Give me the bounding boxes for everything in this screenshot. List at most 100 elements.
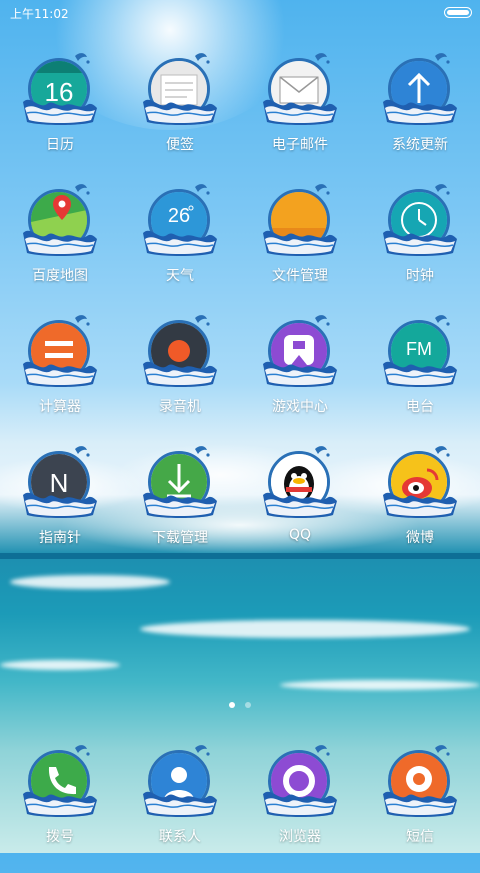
calendar-icon: 16 <box>28 58 90 120</box>
weather-icon: 26 <box>148 189 210 251</box>
app-icon[interactable] <box>381 443 459 521</box>
app-icon[interactable]: FM <box>381 312 459 390</box>
app-icon[interactable] <box>141 742 219 820</box>
radio-icon: FM <box>388 320 450 382</box>
app-gamepad[interactable]: 游戏中心 <box>240 312 360 443</box>
app-icon[interactable] <box>21 742 99 820</box>
contacts-icon <box>148 750 210 812</box>
app-label: 录音机 <box>159 399 201 415</box>
app-qq-penguin[interactable]: QQ <box>240 443 360 574</box>
app-message[interactable]: 短信 <box>360 742 480 873</box>
recorder-icon <box>148 320 210 382</box>
app-icon[interactable] <box>141 312 219 390</box>
calculator-icon <box>28 320 90 382</box>
app-label: 指南针 <box>39 530 81 546</box>
app-compass[interactable]: N 指南针 <box>0 443 120 574</box>
app-folder[interactable]: 文件管理 <box>240 181 360 312</box>
mail-icon <box>268 58 330 120</box>
app-update-arrow[interactable]: 系统更新 <box>360 50 480 181</box>
app-download[interactable]: 下载管理 <box>120 443 240 574</box>
app-weather[interactable]: 26 天气 <box>120 181 240 312</box>
app-label: 游戏中心 <box>272 399 328 415</box>
qq-penguin-icon <box>268 451 330 513</box>
app-label: 时钟 <box>406 268 434 284</box>
status-bar: 上午11:02 <box>0 0 480 24</box>
compass-icon: N <box>28 451 90 513</box>
page-dot[interactable] <box>229 702 235 708</box>
app-label: 文件管理 <box>272 268 328 284</box>
page-dot[interactable] <box>245 702 251 708</box>
app-icon[interactable] <box>21 312 99 390</box>
app-row: 百度地图 26 天气 文件管理 时钟 <box>0 181 480 312</box>
app-label: 百度地图 <box>32 268 88 284</box>
app-icon[interactable] <box>261 181 339 259</box>
gamepad-icon <box>268 320 330 382</box>
app-icon[interactable] <box>381 50 459 128</box>
app-label: 短信 <box>406 829 434 845</box>
app-label: 便签 <box>166 137 194 153</box>
app-label: 浏览器 <box>279 829 321 845</box>
app-weibo[interactable]: 微博 <box>360 443 480 574</box>
app-clock[interactable]: 时钟 <box>360 181 480 312</box>
battery-icon <box>444 7 472 18</box>
wallpaper-wave <box>140 620 470 638</box>
app-label: 下载管理 <box>152 530 208 546</box>
svg-text:16: 16 <box>45 77 74 107</box>
svg-text:26: 26 <box>168 205 190 227</box>
app-label: 微博 <box>406 530 434 546</box>
app-label: 电台 <box>406 399 434 415</box>
app-contacts[interactable]: 联系人 <box>120 742 240 873</box>
wallpaper-wave <box>280 680 480 690</box>
app-mail[interactable]: 电子邮件 <box>240 50 360 181</box>
app-label: 天气 <box>166 268 194 284</box>
notes-icon <box>148 58 210 120</box>
app-label: 计算器 <box>39 399 81 415</box>
app-radio[interactable]: FM 电台 <box>360 312 480 443</box>
app-label: 系统更新 <box>392 137 448 153</box>
battery-level <box>447 10 469 15</box>
app-phone[interactable]: 拨号 <box>0 742 120 873</box>
browser-icon <box>268 750 330 812</box>
app-notes[interactable]: 便签 <box>120 50 240 181</box>
app-label: QQ <box>288 527 312 543</box>
app-icon[interactable]: 16 <box>21 50 99 128</box>
dock: 拨号 联系人 浏览器 短信 <box>0 742 480 873</box>
app-label: 电子邮件 <box>272 137 328 153</box>
wallpaper-wave <box>0 660 120 670</box>
wallpaper-wave <box>10 575 170 589</box>
app-row: 计算器 录音机 游戏中心 FM 电台 <box>0 312 480 443</box>
page-indicator <box>0 702 480 712</box>
clock-icon <box>388 189 450 251</box>
app-browser[interactable]: 浏览器 <box>240 742 360 873</box>
message-icon <box>388 750 450 812</box>
download-icon <box>148 451 210 513</box>
app-icon[interactable] <box>261 742 339 820</box>
app-label: 拨号 <box>46 829 74 845</box>
svg-text:FM: FM <box>406 339 432 359</box>
folder-icon <box>268 189 330 251</box>
app-row: N 指南针 下载管理 QQ 微博 <box>0 443 480 574</box>
app-map-pin[interactable]: 百度地图 <box>0 181 120 312</box>
update-arrow-icon <box>388 58 450 120</box>
app-icon[interactable] <box>141 50 219 128</box>
app-icon[interactable] <box>261 443 339 521</box>
app-icon[interactable] <box>381 742 459 820</box>
app-label: 日历 <box>46 137 74 153</box>
app-icon[interactable] <box>21 181 99 259</box>
app-calendar[interactable]: 16 日历 <box>0 50 120 181</box>
app-row: 16 日历 便签 电子邮件 系统更新 <box>0 50 480 181</box>
app-icon[interactable] <box>381 181 459 259</box>
status-time: 上午11:02 <box>10 7 69 21</box>
app-calculator[interactable]: 计算器 <box>0 312 120 443</box>
app-grid: 16 日历 便签 电子邮件 系统更新 百度地图 26 天气 文件管理 时钟 计算… <box>0 50 480 574</box>
app-icon[interactable]: 26 <box>141 181 219 259</box>
app-icon[interactable] <box>261 50 339 128</box>
dock-row: 拨号 联系人 浏览器 短信 <box>0 742 480 873</box>
app-icon[interactable]: N <box>21 443 99 521</box>
app-icon[interactable] <box>261 312 339 390</box>
map-pin-icon <box>28 189 90 251</box>
svg-text:N: N <box>50 468 69 498</box>
phone-icon <box>28 750 90 812</box>
app-recorder[interactable]: 录音机 <box>120 312 240 443</box>
app-icon[interactable] <box>141 443 219 521</box>
